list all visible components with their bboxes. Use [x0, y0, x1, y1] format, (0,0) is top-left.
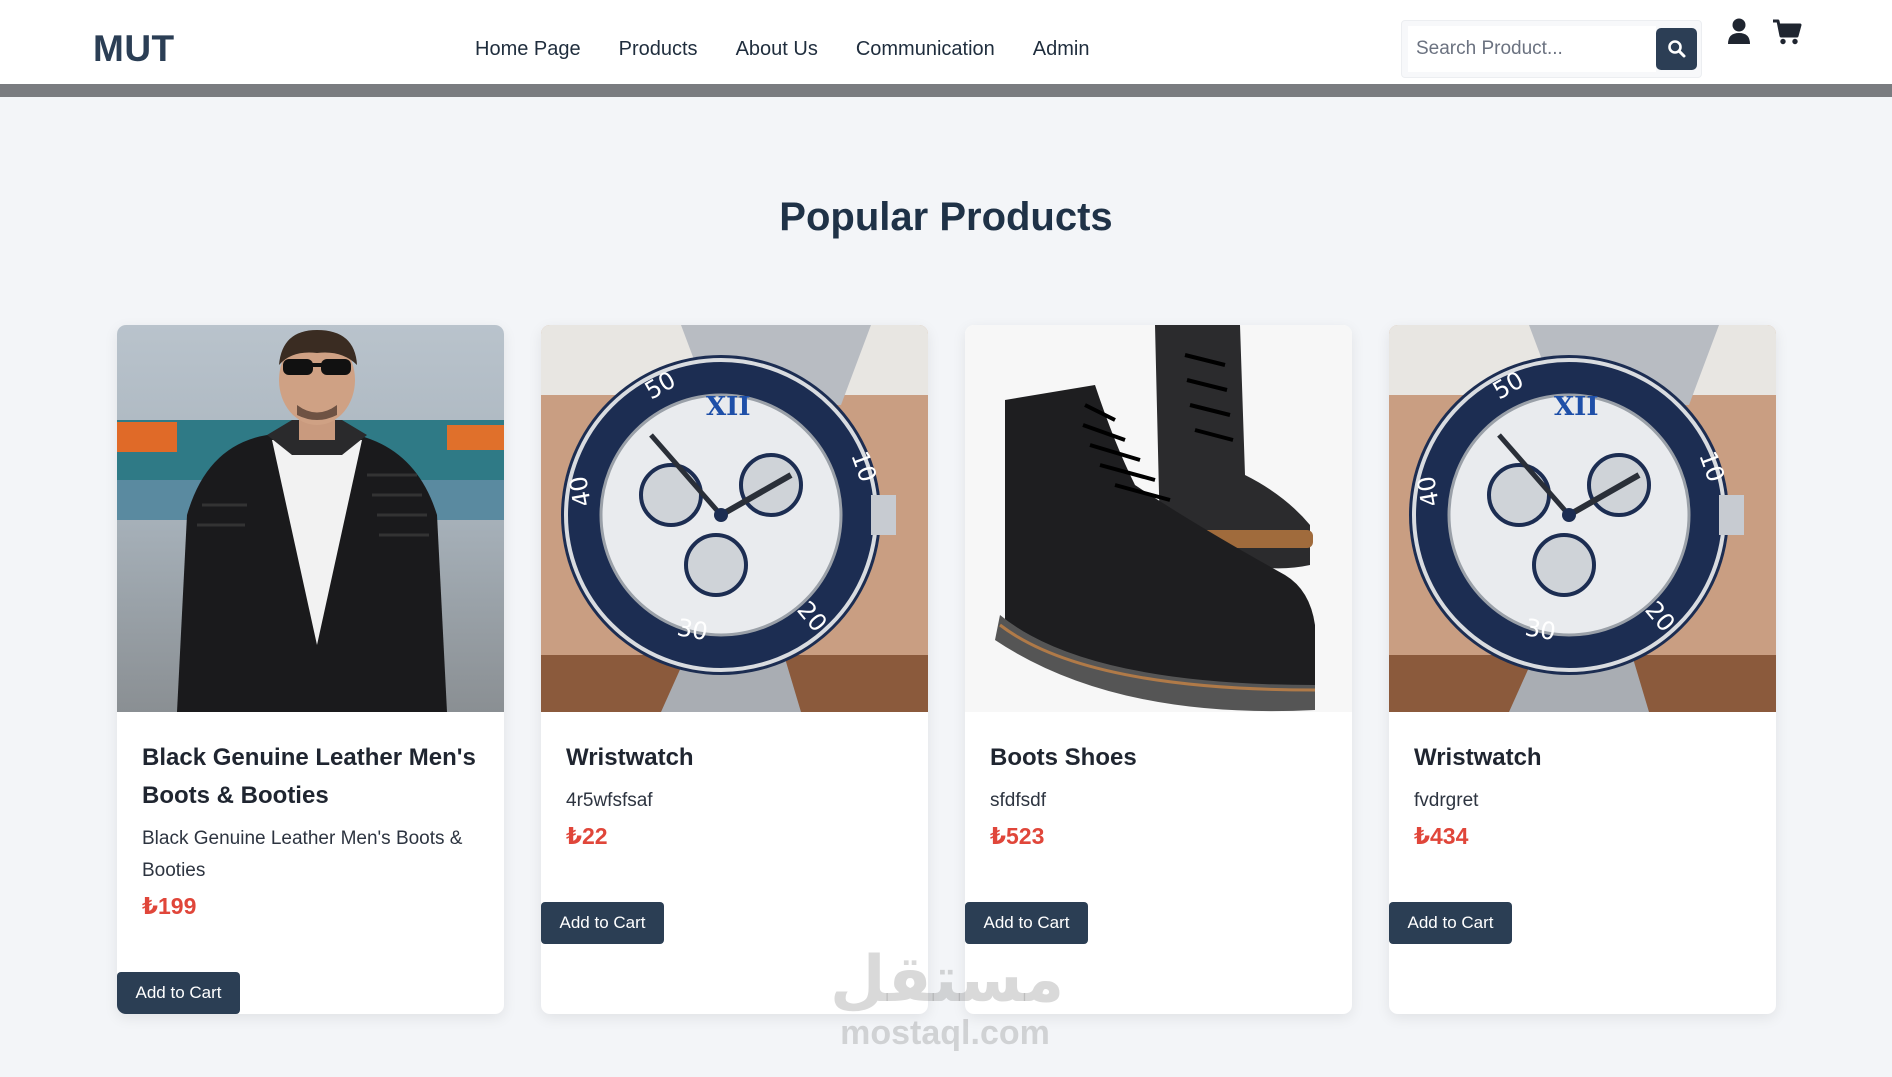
product-title[interactable]: Wristwatch: [566, 739, 906, 777]
product-card: 50 10 40 20 30 XII Wristwatch 4r5wfsfsaf…: [541, 325, 928, 1014]
svg-text:40: 40: [1412, 474, 1445, 509]
svg-text:XII: XII: [1554, 392, 1599, 422]
nav-about[interactable]: About Us: [736, 38, 818, 61]
card-body: Boots Shoes sfdfsdf ₺523: [990, 739, 1330, 853]
add-to-cart-button[interactable]: Add to Cart: [1389, 902, 1512, 944]
product-price: ₺199: [142, 893, 197, 919]
product-image-man[interactable]: [117, 325, 504, 712]
add-to-cart-button[interactable]: Add to Cart: [541, 902, 664, 944]
nav-communication[interactable]: Communication: [856, 38, 995, 61]
svg-text:30: 30: [1523, 613, 1558, 646]
product-price: ₺523: [990, 823, 1045, 849]
add-to-cart-button[interactable]: Add to Cart: [965, 902, 1088, 944]
svg-text:30: 30: [675, 613, 710, 646]
product-price: ₺434: [1414, 823, 1469, 849]
product-card: 50 10 40 20 30 XII Wristwatch fvdrgret ₺…: [1389, 325, 1776, 1014]
svg-text:40: 40: [564, 474, 597, 509]
main-nav: Home Page Products About Us Communicatio…: [475, 38, 1089, 61]
cart-icon[interactable]: [1772, 19, 1802, 45]
section-title: Popular Products: [779, 195, 1113, 239]
card-body: Wristwatch fvdrgret ₺434: [1414, 739, 1754, 853]
product-image-watch[interactable]: 50 10 40 20 30 XII: [1389, 325, 1776, 712]
product-title[interactable]: Boots Shoes: [990, 739, 1330, 777]
svg-text:XII: XII: [706, 392, 751, 422]
product-image-boots[interactable]: [965, 325, 1352, 712]
product-description: 4r5wfsfsaf: [566, 790, 653, 811]
product-card: Black Genuine Leather Men's Boots & Boot…: [117, 325, 504, 1014]
product-image-watch[interactable]: 50 10 40 20 30 XII: [541, 325, 928, 712]
card-body: Black Genuine Leather Men's Boots & Boot…: [142, 739, 482, 923]
nav-home[interactable]: Home Page: [475, 38, 581, 61]
add-to-cart-button[interactable]: Add to Cart: [117, 972, 240, 1014]
search-input[interactable]: [1408, 26, 1656, 72]
product-title[interactable]: Wristwatch: [1414, 739, 1754, 777]
search-icon: [1667, 40, 1685, 58]
product-title[interactable]: Black Genuine Leather Men's Boots & Boot…: [142, 739, 482, 815]
product-description: Black Genuine Leather Men's Boots & Boot…: [142, 828, 463, 881]
search-button[interactable]: [1656, 28, 1697, 70]
watermark-latin: mostaql.com: [840, 1014, 1050, 1052]
product-card: Boots Shoes sfdfsdf ₺523 Add to Cart: [965, 325, 1352, 1014]
nav-products[interactable]: Products: [619, 38, 698, 61]
brand-logo[interactable]: MUT: [93, 28, 175, 70]
nav-admin[interactable]: Admin: [1033, 38, 1090, 61]
product-price: ₺22: [566, 823, 608, 849]
card-body: Wristwatch 4r5wfsfsaf ₺22: [566, 739, 906, 853]
user-icon[interactable]: [1727, 18, 1751, 44]
product-description: sfdfsdf: [990, 790, 1046, 811]
product-description: fvdrgret: [1414, 790, 1479, 811]
